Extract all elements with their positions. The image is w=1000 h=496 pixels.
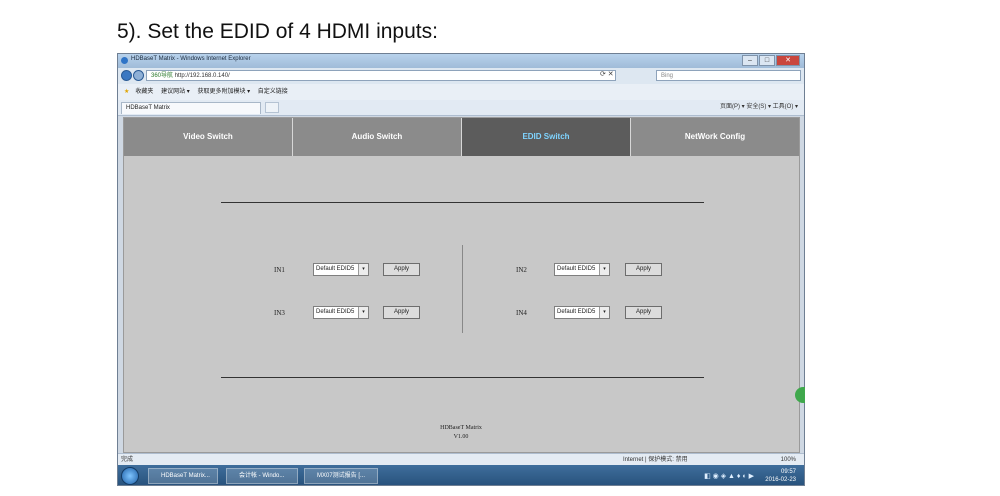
tab-video-switch[interactable]: Video Switch bbox=[124, 118, 293, 156]
command-bar[interactable]: 页面(P) ▾ 安全(S) ▾ 工具(O) ▾ bbox=[720, 102, 798, 113]
taskbar: HDBaseT Matrix... 会计帐 - Windo... MX07测试报… bbox=[118, 465, 804, 485]
fav-item-0[interactable]: 收藏夹 bbox=[135, 89, 153, 95]
page-heading: 5). Set the EDID of 4 HDMI inputs: bbox=[117, 20, 438, 43]
dropdown-arrow-icon: ▾ bbox=[599, 264, 609, 275]
new-tab-button[interactable] bbox=[265, 102, 279, 113]
in3-edid-value: Default EDID5 bbox=[316, 309, 355, 315]
taskbar-item-1[interactable]: 会计帐 - Windo... bbox=[226, 468, 298, 484]
tab-audio-switch[interactable]: Audio Switch bbox=[293, 118, 462, 156]
in3-label: IN3 bbox=[274, 309, 285, 317]
browser-window: HDBaseT Matrix - Windows Internet Explor… bbox=[117, 53, 805, 486]
address-row: 360导航 http://192.168.0.140/ ⟳ ✕ Bing bbox=[118, 68, 804, 84]
in1-apply-button[interactable]: Apply bbox=[383, 263, 420, 276]
clock[interactable]: 09:57 2016-02-23 bbox=[765, 468, 796, 484]
favorites-star-icon[interactable]: ★ bbox=[124, 89, 129, 95]
in4-edid-select[interactable]: Default EDID5 ▾ bbox=[554, 306, 610, 319]
search-placeholder: Bing bbox=[661, 73, 674, 79]
minimize-button[interactable]: – bbox=[742, 55, 758, 66]
browser-tab-row: HDBaseT Matrix 页面(P) ▾ 安全(S) ▾ 工具(O) ▾ bbox=[118, 100, 804, 116]
browser-tab[interactable]: HDBaseT Matrix bbox=[121, 102, 261, 114]
in1-edid-select[interactable]: Default EDID5 ▾ bbox=[313, 263, 369, 276]
in2-edid-select[interactable]: Default EDID5 ▾ bbox=[554, 263, 610, 276]
address-bar[interactable]: 360导航 http://192.168.0.140/ bbox=[146, 70, 616, 81]
in1-edid-value: Default EDID5 bbox=[316, 266, 355, 272]
in2-edid-value: Default EDID5 bbox=[557, 266, 596, 272]
close-button[interactable]: ✕ bbox=[776, 55, 800, 66]
tab-network-config[interactable]: NetWork Config bbox=[631, 118, 799, 156]
refresh-stop-icons[interactable]: ⟳ ✕ bbox=[600, 70, 614, 78]
start-button[interactable] bbox=[121, 467, 139, 485]
taskbar-item-0[interactable]: HDBaseT Matrix... bbox=[148, 468, 218, 484]
dropdown-arrow-icon: ▾ bbox=[599, 307, 609, 318]
bottom-divider bbox=[221, 377, 704, 378]
in4-edid-value: Default EDID5 bbox=[557, 309, 596, 315]
clock-time: 09:57 bbox=[780, 469, 796, 475]
dropdown-arrow-icon: ▾ bbox=[358, 307, 368, 318]
maximize-button[interactable]: □ bbox=[759, 55, 775, 66]
fav-item-2[interactable]: 获取更多附加模块 ▾ bbox=[197, 89, 250, 95]
dropdown-arrow-icon: ▾ bbox=[358, 264, 368, 275]
clock-date: 2016-02-23 bbox=[765, 477, 796, 483]
page-footer: HDBaseT Matrix V1.00 bbox=[118, 424, 804, 442]
fav-item-3[interactable]: 自定义链接 bbox=[258, 89, 288, 95]
window-title: HDBaseT Matrix - Windows Internet Explor… bbox=[131, 56, 251, 62]
in1-label: IN1 bbox=[274, 266, 285, 274]
tab-edid-switch[interactable]: EDID Switch bbox=[462, 118, 631, 156]
search-input[interactable]: Bing bbox=[656, 70, 801, 81]
in3-edid-select[interactable]: Default EDID5 ▾ bbox=[313, 306, 369, 319]
favorites-bar: ★ 收藏夹 建议网站 ▾ 获取更多附加模块 ▾ 自定义链接 bbox=[118, 84, 804, 100]
in2-apply-button[interactable]: Apply bbox=[625, 263, 662, 276]
fav-item-1[interactable]: 建议网站 ▾ bbox=[161, 89, 190, 95]
address-url: http://192.168.0.140/ bbox=[174, 73, 230, 79]
page-content: Video Switch Audio Switch EDID Switch Ne… bbox=[123, 117, 800, 453]
forward-icon[interactable] bbox=[133, 70, 144, 81]
top-divider bbox=[221, 202, 704, 203]
in3-apply-button[interactable]: Apply bbox=[383, 306, 420, 319]
ie-icon bbox=[121, 57, 128, 64]
in4-label: IN4 bbox=[516, 309, 527, 317]
title-bar: HDBaseT Matrix - Windows Internet Explor… bbox=[118, 54, 804, 68]
footer-version: V1.00 bbox=[453, 434, 469, 440]
in4-apply-button[interactable]: Apply bbox=[625, 306, 662, 319]
system-tray-icons[interactable]: ◧ ◉ ◈ ▲ ♦ ◐ ▶ bbox=[704, 472, 754, 480]
address-tag: 360导航 bbox=[151, 73, 174, 79]
side-widget-tab[interactable] bbox=[795, 387, 805, 403]
taskbar-item-2[interactable]: MX07测试报告 [... bbox=[304, 468, 378, 484]
in2-label: IN2 bbox=[516, 266, 527, 274]
nav-tabs: Video Switch Audio Switch EDID Switch Ne… bbox=[124, 118, 799, 156]
footer-title: HDBaseT Matrix bbox=[440, 425, 482, 431]
window-controls: – □ ✕ bbox=[742, 55, 800, 66]
center-divider bbox=[462, 245, 463, 333]
back-icon[interactable] bbox=[121, 70, 132, 81]
